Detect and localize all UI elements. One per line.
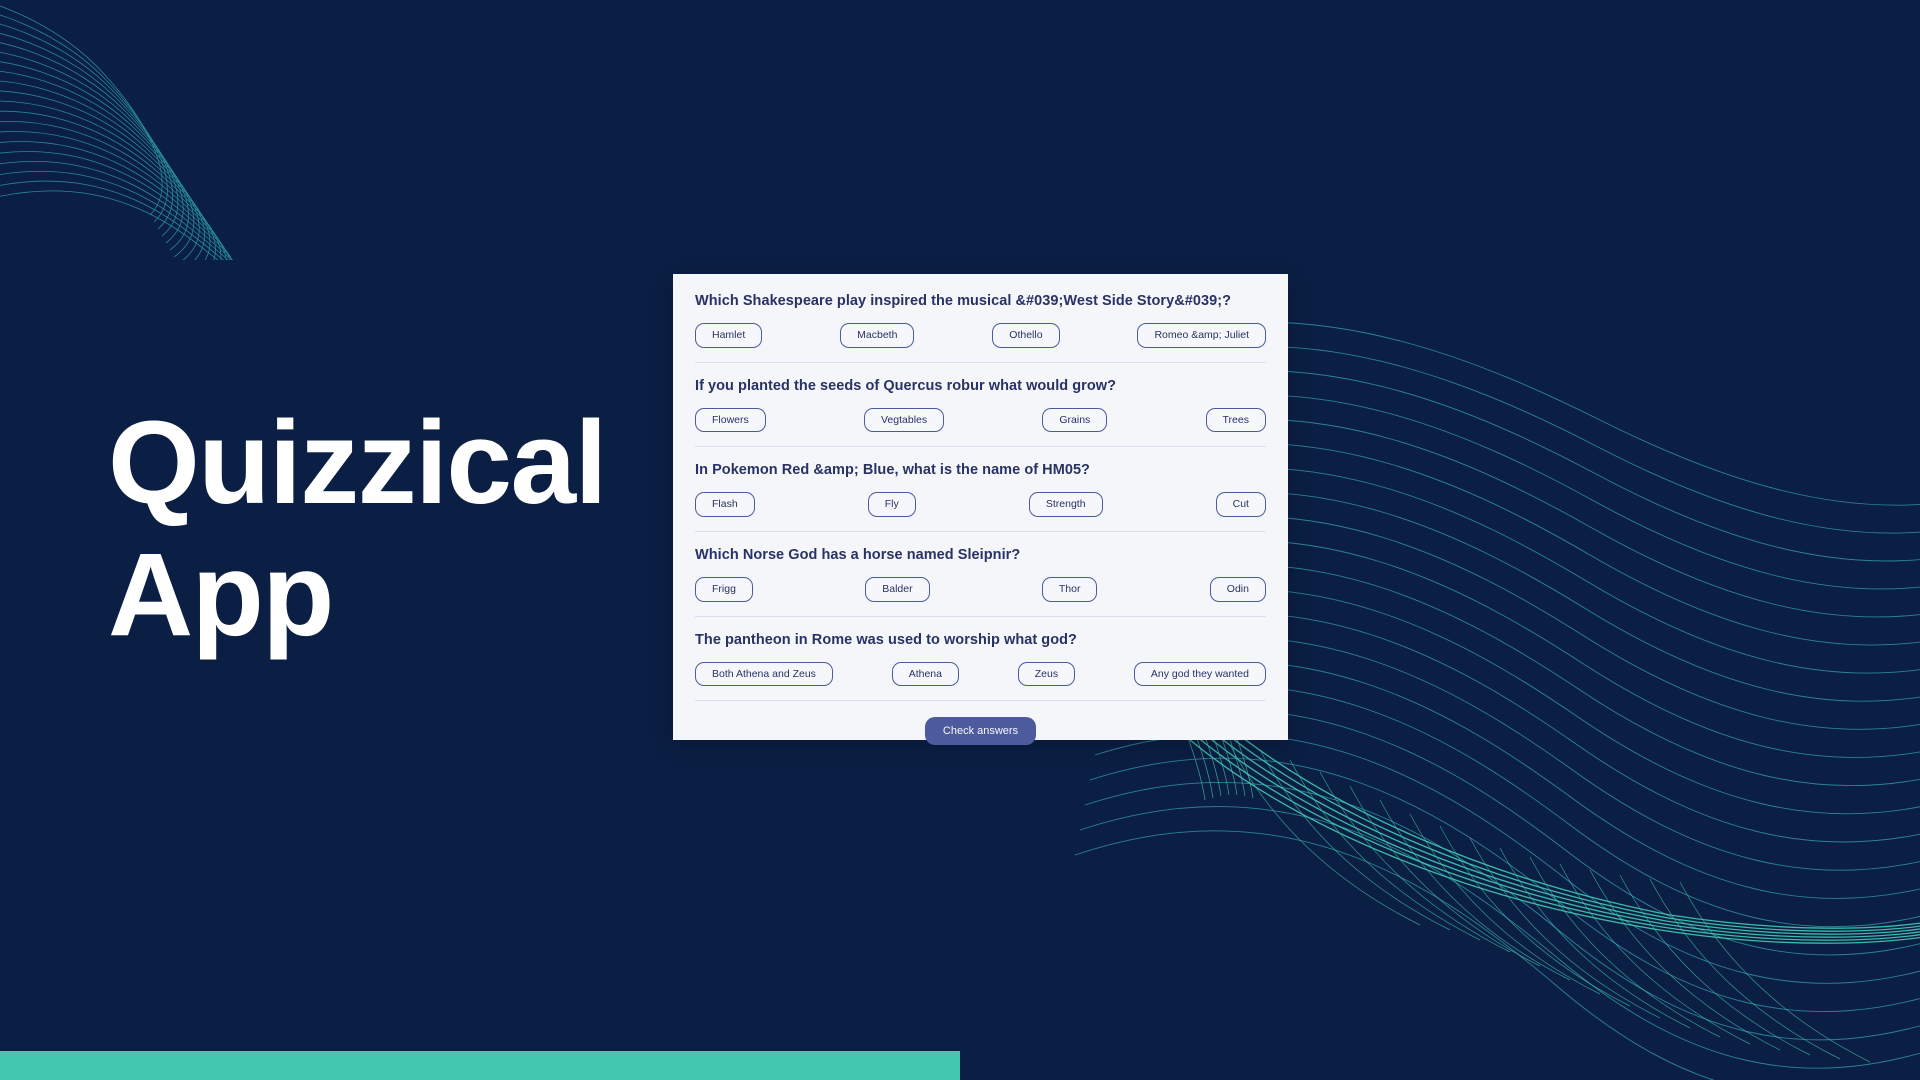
question-block: If you planted the seeds of Quercus robu… xyxy=(695,377,1266,433)
answer-option[interactable]: Fly xyxy=(867,492,916,517)
page-title: Quizzical App xyxy=(108,397,607,662)
question-block: Which Norse God has a horse named Sleipn… xyxy=(695,546,1266,602)
question-block: The pantheon in Rome was used to worship… xyxy=(695,631,1266,687)
bottom-accent-bar xyxy=(0,1051,960,1080)
questions-container: Which Shakespeare play inspired the musi… xyxy=(695,292,1266,702)
check-answers-button[interactable]: Check answers xyxy=(924,717,1037,746)
answer-option[interactable]: Othello xyxy=(992,323,1060,348)
answer-option[interactable]: Zeus xyxy=(1017,661,1076,687)
question-text: If you planted the seeds of Quercus robu… xyxy=(695,377,1117,394)
answer-row: Hamlet Macbeth Othello Romeo &amp; Juliet xyxy=(695,323,1266,348)
answer-row: Flash Fly Strength Cut xyxy=(695,492,1266,517)
check-answers-row: Check answers xyxy=(695,717,1266,746)
answer-option[interactable]: Frigg xyxy=(695,577,753,602)
question-divider xyxy=(695,615,1266,617)
question-text: Which Shakespeare play inspired the musi… xyxy=(695,293,1231,309)
answer-option[interactable]: Vegtables xyxy=(864,407,945,433)
answer-option[interactable]: Trees xyxy=(1205,407,1266,433)
answer-option[interactable]: Flowers xyxy=(695,407,766,433)
question-text: In Pokemon Red &amp; Blue, what is the n… xyxy=(695,462,1090,479)
question-text: Which Norse God has a horse named Sleipn… xyxy=(695,546,1021,563)
answer-option[interactable]: Macbeth xyxy=(840,323,915,348)
question-text: The pantheon in Rome was used to worship… xyxy=(695,631,1077,648)
answer-row: Both Athena and Zeus Athena Zeus Any god th… xyxy=(695,661,1266,687)
question-block: Which Shakespeare play inspired the musi… xyxy=(695,292,1266,348)
answer-option[interactable]: Odin xyxy=(1209,577,1266,602)
question-divider xyxy=(695,446,1266,448)
question-divider xyxy=(695,361,1266,363)
answer-option[interactable]: Balder xyxy=(865,577,930,602)
question-divider xyxy=(695,700,1266,702)
answer-option[interactable]: Romeo &amp; Juliet xyxy=(1137,323,1266,348)
answer-option[interactable]: Grains xyxy=(1042,407,1108,433)
answer-option[interactable]: Hamlet xyxy=(695,323,763,348)
question-divider xyxy=(695,530,1266,532)
answer-option[interactable]: Any god they wanted xyxy=(1133,661,1266,687)
answer-row: Frigg Balder Thor Odin xyxy=(695,577,1266,602)
answer-option[interactable]: Thor xyxy=(1041,577,1098,602)
answer-option[interactable]: Flash xyxy=(695,492,755,517)
answer-option[interactable]: Strength xyxy=(1028,492,1103,517)
question-block: In Pokemon Red &amp; Blue, what is the n… xyxy=(695,461,1266,517)
answer-row: Flowers Vegtables Grains Trees xyxy=(695,407,1266,433)
answer-option[interactable]: Athena xyxy=(891,661,959,687)
answer-option[interactable]: Cut xyxy=(1215,492,1266,517)
answer-option[interactable]: Both Athena and Zeus xyxy=(695,661,833,687)
quiz-card: Which Shakespeare play inspired the musi… xyxy=(673,274,1288,746)
